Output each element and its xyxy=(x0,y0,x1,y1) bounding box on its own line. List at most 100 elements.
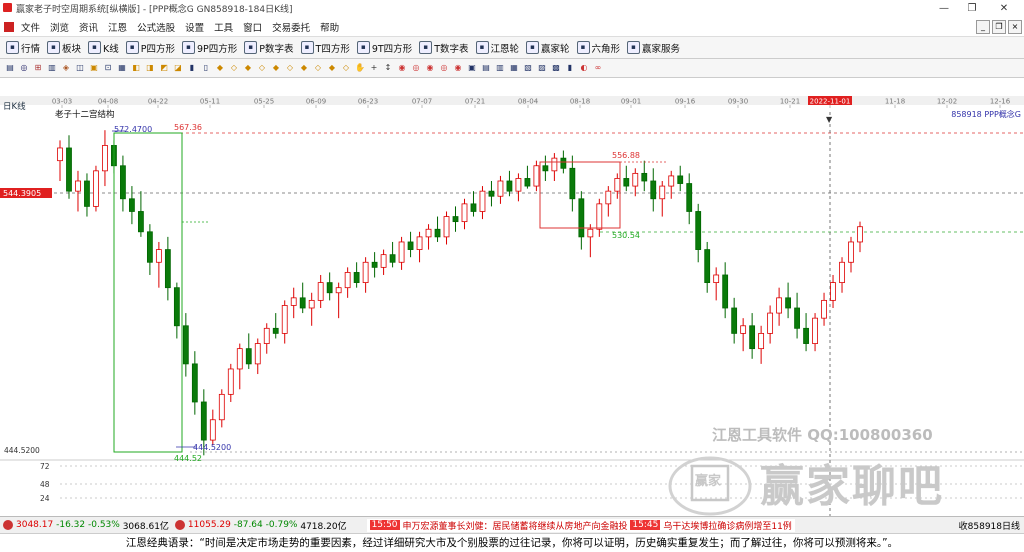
draw-tool-icon[interactable]: ▥ xyxy=(46,62,58,74)
toolbar-button-12[interactable]: ▪ 赢家服务 xyxy=(627,41,680,55)
draw-tool-icon[interactable]: ▧ xyxy=(522,62,534,74)
draw-tool-icon[interactable]: ◇ xyxy=(256,62,268,74)
draw-tool-icon[interactable]: ▮ xyxy=(186,62,198,74)
draw-tool-icon[interactable]: ▨ xyxy=(536,62,548,74)
draw-tool-icon[interactable]: ◐ xyxy=(578,62,590,74)
draw-tool-icon[interactable]: ▮ xyxy=(564,62,576,74)
toolbar-button-10[interactable]: ▪ 赢家轮 xyxy=(526,41,570,55)
draw-tool-icon[interactable]: ⊡ xyxy=(102,62,114,74)
app-logo-icon xyxy=(3,3,12,12)
shanghai-index[interactable]: 3048.17 -16.32 -0.53% 3068.61亿 xyxy=(0,519,169,532)
draw-tool-icon[interactable]: ◆ xyxy=(298,62,310,74)
date-tick-label: 07-07 xyxy=(412,98,432,106)
draw-tool-icon[interactable]: ◇ xyxy=(312,62,324,74)
draw-tool-icon[interactable]: ◈ xyxy=(60,62,72,74)
draw-tool-icon[interactable]: ◉ xyxy=(396,62,408,74)
menu-bar: 文件 浏览 资讯 江恩 公式选股 设置 工具 窗口 交易委托 帮助 xyxy=(0,17,1024,37)
menu-tools[interactable]: 工具 xyxy=(209,20,238,34)
menu-help[interactable]: 帮助 xyxy=(315,20,344,34)
toolbar-button-4[interactable]: ▪ 9P四方形 xyxy=(182,41,237,55)
drawing-toolbar: ▤ ◎ ⊞ ▥ ◈ ◫ ▣ ⊡ ▦ ◧ ◨ ◩ ◪ ▮ ▯ ◆ ◇ ◆ ◇ ◆ ◇ ◆ ◇ ◆ ◇ ✋ + ↕ ◉ ◎ ◉ ◎ ◉ ▣ ▤ ▥ ▦ ▧ ▨ ▩… xyxy=(0,59,1024,78)
candle-body xyxy=(452,216,459,223)
draw-tool-icon[interactable]: ◪ xyxy=(172,62,184,74)
toolbar-button-7[interactable]: ▪ 9T四方形 xyxy=(356,41,412,55)
low-value-label: 444.5200 xyxy=(193,443,231,452)
draw-tool-icon[interactable]: ▩ xyxy=(550,62,562,74)
candle-body xyxy=(389,254,396,263)
news-item-1[interactable]: 申万宏源董事长刘健：居民储蓄将继续从房地产向金融投 xyxy=(403,519,628,532)
draw-tool-icon[interactable]: ⊞ xyxy=(32,62,44,74)
menu-settings[interactable]: 设置 xyxy=(180,20,209,34)
draw-tool-icon[interactable]: ◧ xyxy=(130,62,142,74)
shenzhen-index[interactable]: 11055.29 -87.64 -0.79% 4718.20亿 xyxy=(174,519,347,532)
toolbar-button-9[interactable]: ▪ 江恩轮 xyxy=(475,41,519,55)
minimize-button[interactable]: — xyxy=(930,1,958,15)
candle-body xyxy=(155,249,162,263)
draw-tool-icon[interactable]: ◆ xyxy=(270,62,282,74)
draw-tool-icon[interactable]: ◨ xyxy=(144,62,156,74)
candle-body xyxy=(344,272,351,289)
draw-tool-icon[interactable]: ✋ xyxy=(354,62,366,74)
draw-tool-icon[interactable]: ◇ xyxy=(228,62,240,74)
draw-tool-icon[interactable]: ▯ xyxy=(200,62,212,74)
draw-tool-icon[interactable]: ↕ xyxy=(382,62,394,74)
maximize-button[interactable]: ❐ xyxy=(958,1,986,15)
toolbar-button-11[interactable]: ▪ 六角形 xyxy=(576,41,620,55)
draw-tool-icon[interactable]: ▤ xyxy=(480,62,492,74)
draw-tool-icon[interactable]: ◆ xyxy=(326,62,338,74)
mdi-close-button[interactable]: × xyxy=(1008,20,1022,34)
draw-tool-icon[interactable]: ◇ xyxy=(340,62,352,74)
draw-tool-icon[interactable]: ◩ xyxy=(158,62,170,74)
toolbar-button-3[interactable]: ▪ P四方形 xyxy=(125,41,175,55)
status-right: 收858918日线 xyxy=(958,521,1020,532)
menu-trade[interactable]: 交易委托 xyxy=(267,20,315,34)
toolbar-button-1[interactable]: ▪ 板块 xyxy=(47,41,81,55)
draw-tool-icon[interactable]: ◉ xyxy=(452,62,464,74)
period-label: 日K线 xyxy=(3,101,26,112)
mdi-minimize-button[interactable]: _ xyxy=(976,20,990,34)
menu-formula[interactable]: 公式选股 xyxy=(132,20,180,34)
menu-window[interactable]: 窗口 xyxy=(238,20,267,34)
candle-body xyxy=(479,190,486,212)
draw-tool-icon[interactable]: ◎ xyxy=(410,62,422,74)
news-ticker[interactable]: 15:50 申万宏源董事长刘健：居民储蓄将继续从房地产向金融投 15:45 乌干… xyxy=(366,518,795,532)
menu-browse[interactable]: 浏览 xyxy=(45,20,74,34)
toolbar-button-6[interactable]: ▪ T四方形 xyxy=(300,41,350,55)
draw-tool-icon[interactable]: ▣ xyxy=(466,62,478,74)
draw-tool-icon[interactable]: ◫ xyxy=(74,62,86,74)
toolbar-button-8[interactable]: ▪ T数字表 xyxy=(419,41,469,55)
toolbar-button-2[interactable]: ▪ K线 xyxy=(88,41,119,55)
main-toolbar: ▪ 行情 ▪ 板块 ▪ K线 ▪ P四方形 ▪ 9P四方形 ▪ P数字表 ▪ T四方形 ▪ 9T四方形 ▪ T数字… xyxy=(0,37,1024,59)
menu-news[interactable]: 资讯 xyxy=(74,20,103,34)
status-bar: 3048.17 -16.32 -0.53% 3068.61亿 11055.29 … xyxy=(0,516,1024,533)
candle-body xyxy=(839,261,845,283)
candle-body xyxy=(362,261,369,283)
menu-logo-icon xyxy=(4,21,14,32)
candle-body xyxy=(560,157,567,169)
close-button[interactable]: ✕ xyxy=(990,1,1018,15)
news-item-2[interactable]: 乌干达埃博拉确诊病例增至11例 xyxy=(663,519,791,532)
mdi-restore-button[interactable]: ❐ xyxy=(992,20,1006,34)
draw-tool-icon[interactable]: ▦ xyxy=(508,62,520,74)
draw-tool-icon[interactable]: + xyxy=(368,62,380,74)
draw-tool-icon[interactable]: ▣ xyxy=(88,62,100,74)
draw-tool-icon[interactable]: ▤ xyxy=(4,62,16,74)
draw-tool-icon[interactable]: ◆ xyxy=(242,62,254,74)
candle-body xyxy=(218,393,225,421)
mdi-buttons: _ ❐ × xyxy=(976,20,1022,34)
draw-tool-icon[interactable]: ◇ xyxy=(284,62,296,74)
menu-gann[interactable]: 江恩 xyxy=(103,20,132,34)
toolbar-button-0[interactable]: ▪ 行情 xyxy=(6,41,40,55)
candle-body xyxy=(425,228,432,238)
draw-tool-icon[interactable]: ▦ xyxy=(116,62,128,74)
draw-tool-icon[interactable]: ◉ xyxy=(424,62,436,74)
draw-tool-icon[interactable]: ◎ xyxy=(18,62,30,74)
draw-tool-icon[interactable]: ◎ xyxy=(438,62,450,74)
draw-tool-icon[interactable]: ▥ xyxy=(494,62,506,74)
draw-tool-icon[interactable]: ◆ xyxy=(214,62,226,74)
draw-tool-icon[interactable]: ∞ xyxy=(592,62,604,74)
toolbar-button-5[interactable]: ▪ P数字表 xyxy=(244,41,294,55)
menu-file[interactable]: 文件 xyxy=(16,20,45,34)
candle-body xyxy=(677,175,684,184)
toolbar-label: T四方形 xyxy=(315,43,350,55)
